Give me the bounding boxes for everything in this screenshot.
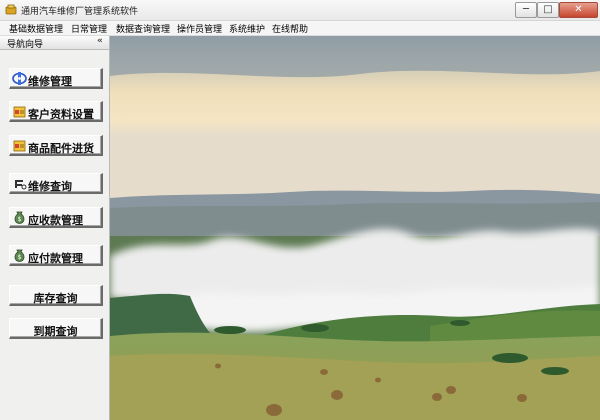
nav-button-label: 维修查询 [28, 180, 72, 193]
nav-button-label: 商品配件进货 [28, 142, 94, 155]
money-bag-icon: $ [14, 249, 25, 262]
nav-button-inventory-query[interactable]: 库存查询 [9, 285, 103, 306]
menu-operator[interactable]: 操作员管理 [177, 22, 222, 35]
nav-button-maintenance[interactable]: 维修管理 [9, 68, 103, 89]
nav-title: 导航向导 [7, 40, 44, 50]
query-icon [15, 180, 27, 190]
title-bar: 通用汽车维修厂管理系统软件 ─ □ ✕ [0, 0, 600, 21]
nav-button-label: 应付款管理 [28, 252, 83, 265]
nav-button-label: 到期查询 [33, 325, 78, 338]
nav-button-label: 库存查询 [33, 292, 78, 305]
navigation-panel: 导航向导 « 维修管理 客户资料设置 商品配件进货 维修查询 $ 应收款管理 $… [0, 36, 110, 420]
collapse-icon[interactable]: « [97, 36, 103, 46]
folder-icon [13, 140, 26, 152]
menu-help[interactable]: 在线帮助 [272, 22, 308, 35]
nav-button-receivables[interactable]: $ 应收款管理 [9, 207, 103, 228]
app-icon [5, 4, 17, 15]
nav-button-label: 客户资料设置 [28, 108, 94, 121]
content-area [110, 36, 600, 420]
menu-basic-data[interactable]: 基础数据管理 [9, 22, 63, 35]
maximize-button[interactable]: □ [537, 2, 559, 18]
nav-button-payables[interactable]: $ 应付款管理 [9, 245, 103, 266]
nav-button-maintenance-query[interactable]: 维修查询 [9, 173, 103, 194]
minimize-button[interactable]: ─ [515, 2, 537, 18]
svg-text:$: $ [18, 254, 22, 261]
nav-button-label: 维修管理 [28, 75, 72, 88]
folder-icon [13, 106, 26, 118]
menu-system[interactable]: 系统维护 [229, 22, 265, 35]
maintenance-icon [12, 72, 27, 85]
menu-data-query[interactable]: 数据查询管理 [116, 22, 170, 35]
menu-bar: 基础数据管理 日常管理 数据查询管理 操作员管理 系统维护 在线帮助 [0, 21, 600, 36]
menu-daily[interactable]: 日常管理 [71, 22, 107, 35]
money-bag-icon: $ [14, 211, 25, 224]
close-button[interactable]: ✕ [559, 2, 598, 18]
nav-button-parts-purchase[interactable]: 商品配件进货 [9, 135, 103, 156]
nav-header: 导航向导 « [0, 36, 109, 50]
nav-button-expiry-query[interactable]: 到期查询 [9, 318, 103, 339]
svg-text:$: $ [18, 216, 22, 223]
landscape-background-image [110, 36, 600, 420]
app-window: 通用汽车维修厂管理系统软件 ─ □ ✕ 基础数据管理 日常管理 数据查询管理 操… [0, 0, 600, 420]
nav-button-customer-info[interactable]: 客户资料设置 [9, 101, 103, 122]
nav-button-label: 应收款管理 [28, 214, 83, 227]
window-title: 通用汽车维修厂管理系统软件 [21, 7, 139, 17]
